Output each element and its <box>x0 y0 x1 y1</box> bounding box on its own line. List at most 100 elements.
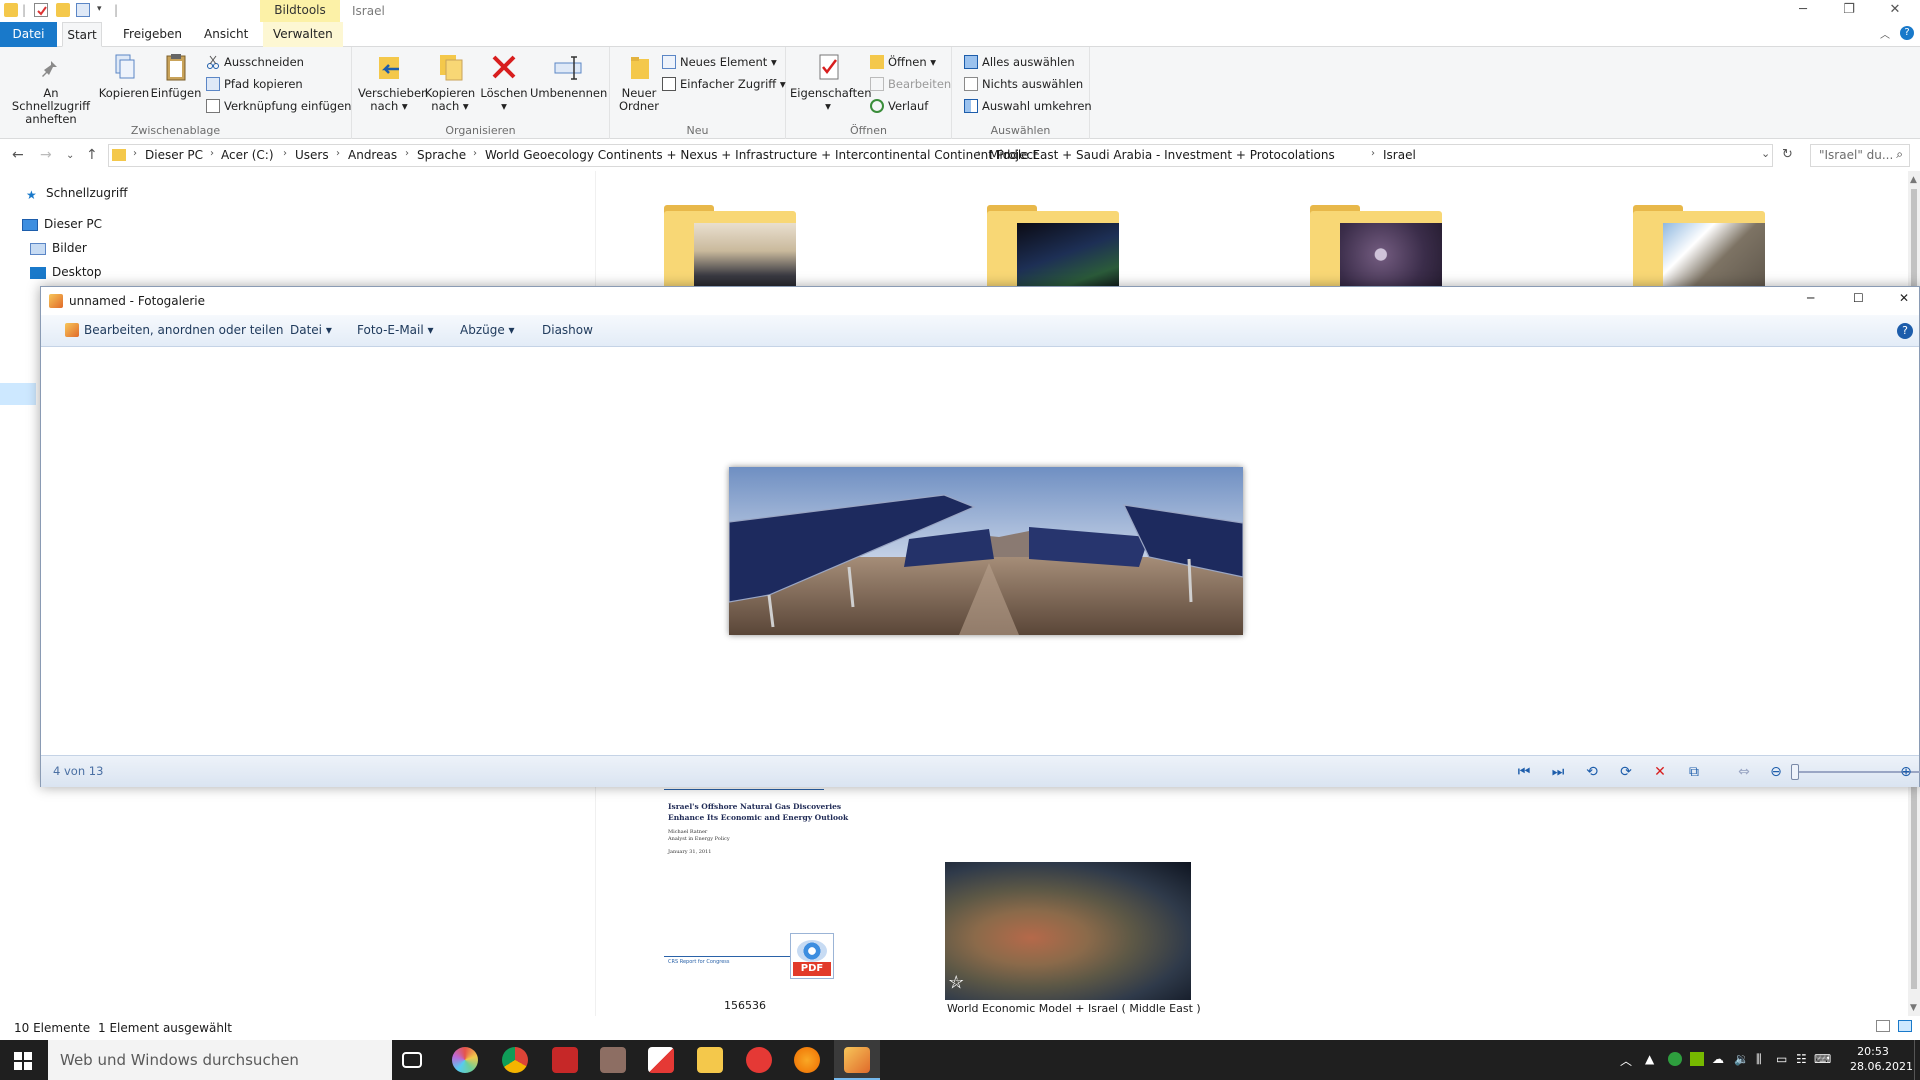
tab-ansicht[interactable]: Ansicht <box>194 22 258 47</box>
slideshow-icon[interactable]: ⧉ <box>1685 764 1703 780</box>
menu-prints[interactable]: Abzüge ▾ <box>460 323 515 337</box>
keyboard-icon[interactable]: ⌨ <box>1814 1052 1831 1066</box>
network-icon[interactable]: ⫼ <box>1756 1052 1762 1067</box>
scroll-up-icon[interactable]: ▲ <box>1910 175 1917 185</box>
breadcrumb-sprache[interactable]: Sprache <box>417 148 466 162</box>
copy-path-button[interactable]: Pfad kopieren <box>204 75 303 93</box>
back-arrow-icon[interactable]: ← <box>12 147 24 163</box>
copy-to-button[interactable]: Kopieren nach ▾ <box>422 51 478 113</box>
actual-size-icon[interactable]: ⇔ <box>1735 764 1753 780</box>
pin-quick-access-button[interactable]: An Schnellzugriff anheften <box>6 51 96 126</box>
show-desktop-button[interactable] <box>1914 1040 1920 1080</box>
refresh-icon[interactable]: ↻ <box>1782 147 1793 162</box>
menu-edit-organize-share[interactable]: Bearbeiten, anordnen oder teilen <box>84 323 283 337</box>
app-icon[interactable] <box>794 1047 820 1073</box>
nav-this-pc[interactable]: Dieser PC <box>22 217 102 231</box>
easy-access-button[interactable]: Einfacher Zugriff ▾ <box>660 75 786 93</box>
properties-icon[interactable] <box>34 3 48 17</box>
paste-shortcut-button[interactable]: Verknüpfung einfügen <box>204 97 351 115</box>
tray-shield-icon[interactable] <box>1668 1052 1682 1066</box>
rename-qat-icon[interactable] <box>76 3 90 17</box>
display-icon[interactable]: ▭ <box>1776 1052 1787 1066</box>
rotate-right-icon[interactable]: ⟳ <box>1617 764 1635 780</box>
zoom-slider-thumb[interactable] <box>1791 764 1799 780</box>
menu-photo-email[interactable]: Foto-E-Mail ▾ <box>357 323 434 337</box>
nav-pictures[interactable]: Bilder <box>30 241 87 255</box>
tray-app-icon[interactable]: ▲ <box>1645 1052 1654 1066</box>
nav-quick-access[interactable]: ★ Schnellzugriff <box>26 186 128 202</box>
forward-arrow-icon[interactable]: → <box>40 147 52 163</box>
next-photo-icon[interactable]: ⏭ <box>1549 764 1567 780</box>
active-taskbar-item[interactable] <box>834 1040 880 1080</box>
pdf-file-item[interactable]: Israel's Offshore Natural Gas Discoverie… <box>664 781 848 1012</box>
delete-button[interactable]: Löschen ▾ <box>480 51 528 113</box>
address-box[interactable]: › Dieser PC › Acer (C:) › Users › Andrea… <box>108 144 1773 167</box>
minimize-button[interactable]: ─ <box>1780 0 1826 22</box>
scroll-down-icon[interactable]: ▼ <box>1910 1003 1917 1013</box>
select-all-button[interactable]: Alles auswählen <box>962 53 1075 71</box>
breadcrumb-andreas[interactable]: Andreas <box>348 148 397 162</box>
history-button[interactable]: Verlauf <box>868 97 928 115</box>
close-button[interactable]: ✕ <box>1872 0 1918 22</box>
tab-verwalten[interactable]: Verwalten <box>263 22 343 47</box>
office-app-icon[interactable] <box>648 1047 674 1073</box>
breadcrumb-drive[interactable]: Acer (C:) <box>221 148 274 162</box>
task-view-icon[interactable] <box>402 1052 422 1068</box>
clock[interactable]: 20:53 28.06.2021 <box>1850 1044 1913 1074</box>
recent-locations-icon[interactable]: ⌄ <box>66 150 74 161</box>
breadcrumb-project[interactable]: World Geoecology Continents + Nexus + In… <box>485 148 1038 162</box>
up-arrow-icon[interactable]: ↑ <box>86 147 98 163</box>
pdf-reader-icon[interactable] <box>552 1047 578 1073</box>
file-explorer-taskbar-icon[interactable] <box>697 1047 723 1073</box>
image-viewer-icon[interactable] <box>600 1047 626 1073</box>
breadcrumb-users[interactable]: Users <box>295 148 329 162</box>
details-view-icon[interactable] <box>1876 1020 1890 1032</box>
edit-button[interactable]: Bearbeiten <box>868 75 951 93</box>
menu-file[interactable]: Datei ▾ <box>290 323 332 337</box>
gallery-help-icon[interactable]: ? <box>1897 323 1913 339</box>
delete-photo-icon[interactable]: ✕ <box>1651 764 1669 780</box>
notification-icon[interactable]: ☷ <box>1796 1052 1807 1066</box>
paste-button[interactable]: Einfügen <box>150 51 202 100</box>
gallery-maximize-button[interactable]: ☐ <box>1853 291 1864 305</box>
restore-button[interactable]: ❐ <box>1826 0 1872 22</box>
cut-button[interactable]: Ausschneiden <box>204 53 304 71</box>
photos-app-icon[interactable] <box>452 1047 478 1073</box>
gallery-minimize-button[interactable]: ─ <box>1807 291 1814 305</box>
zoom-out-icon[interactable]: ⊖ <box>1767 764 1785 780</box>
search-input[interactable]: "Israel" du... ⌕ <box>1810 144 1910 167</box>
new-folder-qat-icon[interactable] <box>56 3 70 17</box>
windows-start-icon[interactable] <box>14 1052 32 1073</box>
zoom-in-icon[interactable]: ⊕ <box>1897 764 1915 780</box>
menu-slideshow[interactable]: Diashow <box>542 323 593 337</box>
open-button[interactable]: Öffnen ▾ <box>868 53 936 71</box>
gallery-close-button[interactable]: ✕ <box>1899 291 1909 305</box>
tab-start[interactable]: Start <box>62 22 102 47</box>
collapse-ribbon-icon[interactable]: ︿ <box>1880 26 1890 41</box>
breadcrumb-this-pc[interactable]: Dieser PC <box>145 148 203 162</box>
rename-button[interactable]: Umbenennen <box>530 51 607 100</box>
invert-selection-button[interactable]: Auswahl umkehren <box>962 97 1092 115</box>
large-icons-view-icon[interactable] <box>1898 1020 1912 1032</box>
new-item-button[interactable]: Neues Element ▾ <box>660 53 777 71</box>
address-dropdown-icon[interactable]: ⌄ <box>1761 147 1770 160</box>
taskbar-search-input[interactable]: Web und Windows durchsuchen <box>48 1040 392 1080</box>
rotate-left-icon[interactable]: ⟲ <box>1583 764 1601 780</box>
chrome-icon[interactable] <box>502 1047 528 1073</box>
tray-overflow-icon[interactable]: ︿ <box>1620 1052 1632 1069</box>
move-to-button[interactable]: Verschieben nach ▾ <box>358 51 428 113</box>
tab-datei[interactable]: Datei <box>0 22 57 47</box>
copy-button[interactable]: Kopieren <box>98 51 150 100</box>
nvidia-icon[interactable] <box>1690 1052 1704 1066</box>
qat-dropdown-icon[interactable]: ▾ <box>97 4 102 14</box>
browser-icon[interactable] <box>746 1047 772 1073</box>
breadcrumb-middle-east[interactable]: Middle East + Saudi Arabia - Investment … <box>989 148 1335 162</box>
volume-icon[interactable]: 🔉 <box>1734 1052 1749 1066</box>
new-folder-button[interactable]: Neuer Ordner <box>614 51 664 113</box>
nav-desktop[interactable]: Desktop <box>30 265 102 279</box>
properties-button[interactable]: Eigenschaften ▾ <box>790 51 872 113</box>
select-none-button[interactable]: Nichts auswählen <box>962 75 1083 93</box>
previous-photo-icon[interactable]: ⏮ <box>1515 764 1533 780</box>
tab-freigeben[interactable]: Freigeben <box>113 22 192 47</box>
image-file-item[interactable]: ⛦ World Economic Model + Israel ( Middle… <box>945 862 1201 1015</box>
